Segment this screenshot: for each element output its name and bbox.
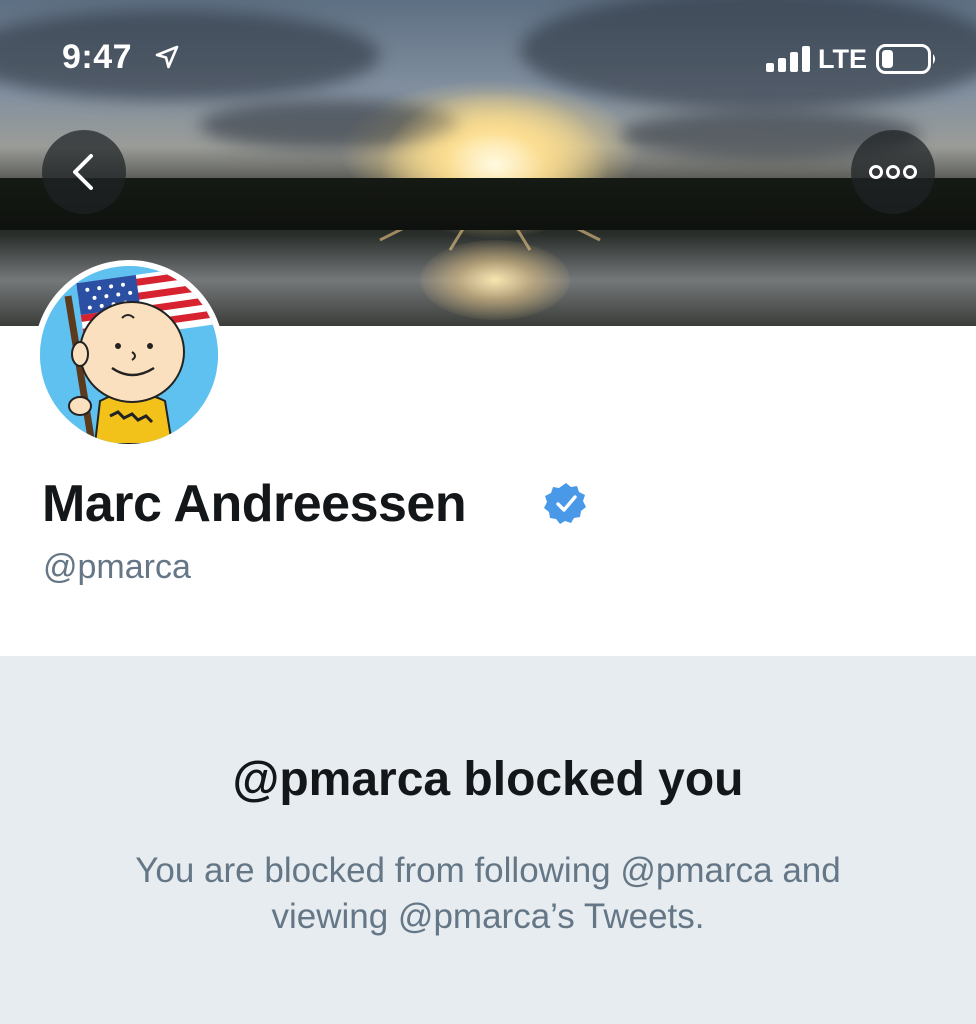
network-type: LTE [818,44,867,74]
profile-avatar[interactable] [34,260,224,450]
battery-low-icon [876,44,938,79]
blocked-description: You are blocked from following @pmarca a… [135,851,841,936]
chevron-left-icon [73,154,93,190]
more-dots-icon [869,165,917,179]
cellular-signal-icon [766,46,812,77]
blocked-notice-panel: @pmarca blocked you You are blocked from… [0,656,976,1024]
blocked-title: @pmarca blocked you [232,753,744,806]
status-time: 9:47 [62,38,133,76]
back-button[interactable] [42,130,126,214]
profile-handle: @pmarca [43,548,191,586]
profile-display-name: Marc Andreessen [42,475,467,533]
more-options-button[interactable] [851,130,935,214]
location-arrow-icon [154,44,180,75]
avatar-illustration [40,266,218,444]
verified-badge-icon [544,481,588,530]
